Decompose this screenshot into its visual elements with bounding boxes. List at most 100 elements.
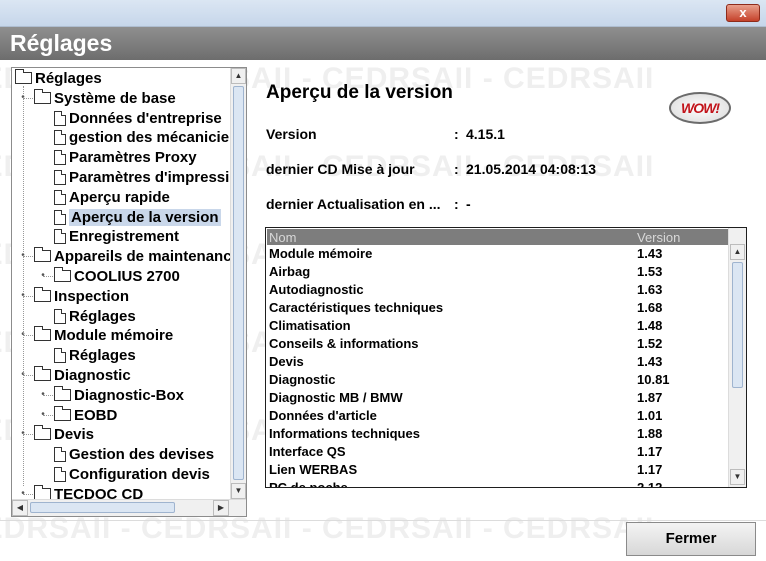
tree-item[interactable]: gestion des mécaniciens <box>54 127 231 147</box>
module-version: 1.88 <box>637 426 663 441</box>
table-body: Module mémoire 1.43 Airbag 1.53 Autodiagnost… <box>267 245 729 487</box>
page-icon <box>54 189 66 205</box>
page-icon <box>54 228 66 244</box>
tree-item-label: Paramètres d'impression <box>69 168 231 186</box>
folder-icon <box>34 247 51 262</box>
tree-hscroll-thumb[interactable] <box>30 502 175 513</box>
page-icon <box>54 308 66 324</box>
tree-root[interactable]: Réglages <box>15 68 102 88</box>
page-icon <box>54 169 66 185</box>
module-version: 1.52 <box>637 336 663 351</box>
folder-icon <box>34 485 51 499</box>
tree-item-label: Données d'entreprise <box>69 109 222 127</box>
table-row[interactable]: Diagnostic 10.81 <box>267 371 729 389</box>
tree-item[interactable]: Appareils de maintenance <box>34 246 231 266</box>
module-name: Interface QS <box>269 444 346 459</box>
close-button[interactable]: Fermer <box>626 522 756 556</box>
page-header: Réglages <box>0 27 766 60</box>
tree-item-label: Réglages <box>69 307 136 325</box>
module-name: Caractéristiques techniques <box>269 300 444 315</box>
module-version: 1.17 <box>637 462 663 477</box>
tree-item[interactable]: Module mémoire <box>34 325 173 345</box>
folder-icon <box>54 406 71 421</box>
table-vertical-scrollbar[interactable]: ▲ ▼ <box>728 228 746 487</box>
module-name: Diagnostic <box>269 372 336 387</box>
tree-item[interactable]: Gestion des devises <box>54 444 214 464</box>
tree-item[interactable]: Paramètres Proxy <box>54 147 197 167</box>
table-row[interactable]: Données d'article 1.01 <box>267 407 729 425</box>
tree-scroll-thumb[interactable] <box>233 86 244 480</box>
module-name: Informations techniques <box>269 426 420 441</box>
table-header: Nom Version <box>267 229 729 245</box>
module-version: 1.53 <box>637 264 663 279</box>
tree-connector <box>23 256 33 257</box>
tree-item[interactable]: Devis <box>34 424 94 444</box>
module-name: Diagnostic MB / BMW <box>269 390 403 405</box>
tree-horizontal-scrollbar[interactable]: ◀ ▶ <box>12 499 246 516</box>
module-name: PC de poche <box>269 480 348 487</box>
table-row[interactable]: Airbag 1.53 <box>267 263 729 281</box>
table-row[interactable]: Conseils & informations 1.52 <box>267 335 729 353</box>
page-icon <box>54 347 66 363</box>
tree-item[interactable]: Diagnostic <box>34 365 131 385</box>
tree-item[interactable]: TECDOC CD <box>34 484 143 499</box>
tree-item-label: Module mémoire <box>54 326 174 344</box>
tree-connector <box>43 276 53 277</box>
table-row[interactable]: PC de poche 2.12 <box>267 479 729 487</box>
window-close-icon[interactable]: x <box>726 4 760 22</box>
module-version: 1.43 <box>637 354 663 369</box>
tree-item[interactable]: Diagnostic-Box <box>54 385 184 405</box>
scroll-up-icon[interactable]: ▲ <box>730 244 745 260</box>
tree-item[interactable]: Paramètres d'impression <box>54 167 231 187</box>
folder-icon <box>54 267 71 282</box>
scroll-down-icon[interactable]: ▼ <box>231 483 246 499</box>
settings-tree[interactable]: Réglages Système de base • Données d'entre… <box>11 67 247 517</box>
folder-icon <box>34 287 51 302</box>
tree-item[interactable]: COOLIUS 2700 <box>54 266 180 286</box>
tree-item-label: Devis <box>54 425 95 443</box>
module-version-table[interactable]: Nom Version Module mémoire 1.43 Airbag 1.53… <box>265 227 747 488</box>
tree-item[interactable]: Enregistrement <box>54 226 179 246</box>
table-row[interactable]: Lien WERBAS 1.17 <box>267 461 729 479</box>
section-title: Aperçu de la version <box>266 82 453 103</box>
table-row[interactable]: Module mémoire 1.43 <box>267 245 729 263</box>
column-header-version[interactable]: Version <box>637 230 680 245</box>
tree-item[interactable]: Aperçu rapide <box>54 187 170 207</box>
page-icon <box>54 129 66 145</box>
module-version: 1.63 <box>637 282 663 297</box>
tree-item[interactable]: Configuration devis <box>54 464 210 484</box>
tree-item-label: Système de base <box>54 89 176 107</box>
table-scroll-thumb[interactable] <box>732 262 743 388</box>
tree-item-label: Diagnostic <box>54 366 131 384</box>
tree-connector <box>43 415 53 416</box>
tree-connector <box>23 375 33 376</box>
scroll-left-icon[interactable]: ◀ <box>12 500 28 516</box>
module-version: 1.87 <box>637 390 663 405</box>
folder-icon <box>34 366 51 381</box>
folder-icon <box>15 69 32 84</box>
table-row[interactable]: Interface QS 1.17 <box>267 443 729 461</box>
table-row[interactable]: Informations techniques 1.88 <box>267 425 729 443</box>
tree-item[interactable]: Aperçu de la version <box>54 207 221 227</box>
table-row[interactable]: Climatisation 1.48 <box>267 317 729 335</box>
table-row[interactable]: Diagnostic MB / BMW 1.87 <box>267 389 729 407</box>
module-name: Airbag <box>269 264 311 279</box>
module-version: 1.68 <box>637 300 663 315</box>
tree-item[interactable]: Données d'entreprise <box>54 108 222 128</box>
scroll-down-icon[interactable]: ▼ <box>730 469 745 485</box>
table-row[interactable]: Caractéristiques techniques 1.68 <box>267 299 729 317</box>
tree-item[interactable]: Système de base <box>34 88 176 108</box>
module-version: 1.43 <box>637 246 663 261</box>
column-header-name[interactable]: Nom <box>269 230 296 245</box>
table-row[interactable]: Devis 1.43 <box>267 353 729 371</box>
page-title: Réglages <box>10 30 113 56</box>
tree-item[interactable]: Réglages <box>54 306 136 326</box>
scroll-up-icon[interactable]: ▲ <box>231 68 246 84</box>
tree-item[interactable]: EOBD <box>54 405 117 425</box>
scroll-right-icon[interactable]: ▶ <box>213 500 229 516</box>
module-name: Lien WERBAS <box>269 462 358 477</box>
table-row[interactable]: Autodiagnostic 1.63 <box>267 281 729 299</box>
tree-item[interactable]: Inspection <box>34 286 129 306</box>
tree-vertical-scrollbar[interactable]: ▲ ▼ <box>230 68 246 499</box>
tree-item[interactable]: Réglages <box>54 345 136 365</box>
